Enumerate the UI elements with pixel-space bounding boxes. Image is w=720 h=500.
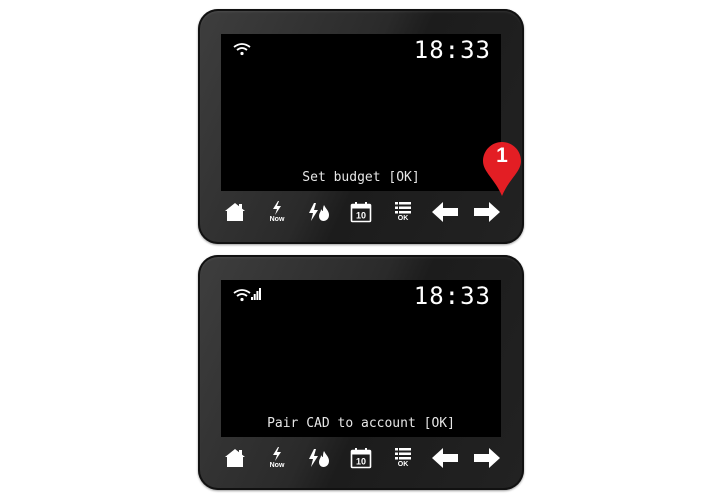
electricity-gas-icon [309, 203, 329, 221]
lightning-icon [273, 447, 281, 461]
forward-button[interactable] [468, 443, 506, 473]
wifi-icon [233, 289, 251, 302]
display-device-bottom: 18:33 Pair CAD to account [OK] Now 10 OK [198, 255, 524, 490]
back-button[interactable] [426, 197, 464, 227]
clock-display: 18:33 [413, 36, 491, 64]
display-screen: 18:33 Set budget [OK] [221, 34, 501, 191]
calendar-button[interactable]: 10 [342, 443, 380, 473]
home-icon [225, 203, 245, 221]
forward-button[interactable] [468, 197, 506, 227]
callout-marker: 1 [481, 141, 523, 197]
now-button[interactable]: Now [258, 443, 296, 473]
energy-button[interactable] [300, 197, 338, 227]
menu-ok-button[interactable]: OK [384, 197, 422, 227]
menu-ok-button[interactable]: OK [384, 443, 422, 473]
screen-message: Pair CAD to account [OK] [267, 416, 455, 431]
home-button[interactable] [216, 443, 254, 473]
calendar-day: 10 [356, 211, 366, 221]
ok-label: OK [397, 215, 409, 222]
electricity-gas-icon [309, 449, 329, 467]
lightning-icon [273, 201, 281, 215]
calendar-day: 10 [356, 457, 366, 467]
calendar-icon: 10 [350, 448, 372, 469]
wifi-icon [233, 43, 251, 56]
arrow-left-icon [432, 448, 458, 468]
calendar-button[interactable]: 10 [342, 197, 380, 227]
back-button[interactable] [426, 443, 464, 473]
signal-bars-icon [251, 288, 261, 300]
button-row: Now 10 OK [212, 443, 510, 473]
arrow-right-icon [474, 202, 500, 222]
display-device-top: 18:33 Set budget [OK] Now 10 OK [198, 9, 524, 244]
arrow-left-icon [432, 202, 458, 222]
list-icon [395, 202, 411, 214]
calendar-icon: 10 [350, 202, 372, 223]
button-row: Now 10 OK [212, 197, 510, 227]
screen-message: Set budget [OK] [302, 170, 420, 185]
ok-label: OK [397, 461, 409, 468]
home-button[interactable] [216, 197, 254, 227]
energy-button[interactable] [300, 443, 338, 473]
now-label: Now [269, 462, 285, 469]
arrow-right-icon [474, 448, 500, 468]
list-icon [395, 448, 411, 460]
clock-display: 18:33 [413, 282, 491, 310]
home-icon [225, 449, 245, 467]
now-label: Now [269, 216, 285, 223]
callout-number: 1 [496, 144, 508, 167]
display-screen: 18:33 Pair CAD to account [OK] [221, 280, 501, 437]
now-button[interactable]: Now [258, 197, 296, 227]
